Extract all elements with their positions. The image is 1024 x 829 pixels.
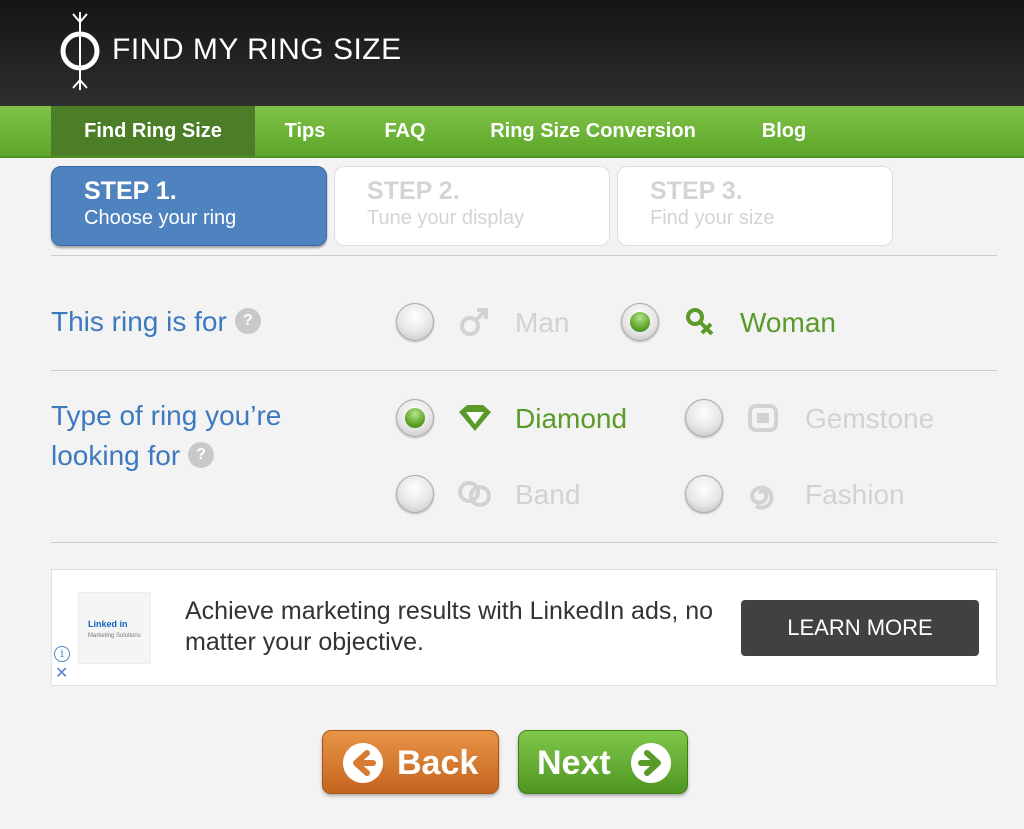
- step-2-text: Tune your display: [367, 207, 525, 229]
- logo-subtext: Marketing Solutions: [88, 633, 141, 639]
- ring-for-text: This ring is for: [51, 306, 227, 337]
- back-button[interactable]: Back: [322, 730, 499, 794]
- info-icon[interactable]: i: [54, 646, 70, 662]
- ring-type-text-line1: Type of ring you’re: [51, 400, 282, 431]
- ring-for-label: This ring is for?: [51, 302, 261, 342]
- help-icon[interactable]: ?: [188, 442, 215, 468]
- step-2-tab[interactable]: STEP 2. Tune your display: [334, 166, 610, 246]
- option-diamond-label[interactable]: Diamond: [515, 401, 627, 437]
- next-label: Next: [537, 744, 611, 782]
- radio-gemstone[interactable]: [685, 399, 723, 437]
- back-label: Back: [397, 744, 479, 782]
- ad-banner[interactable]: Linked in Marketing Solutions Achieve ma…: [51, 569, 997, 686]
- radio-woman[interactable]: [621, 303, 659, 341]
- option-fashion-label[interactable]: Fashion: [805, 477, 905, 513]
- divider: [51, 255, 997, 256]
- linkedin-logo[interactable]: Linked in Marketing Solutions: [78, 592, 151, 664]
- step-3-number: STEP 3.: [650, 177, 743, 205]
- band-icon: [458, 481, 491, 507]
- nav-item-blog[interactable]: Blog: [744, 106, 824, 156]
- fashion-icon: [750, 485, 774, 510]
- option-band-label[interactable]: Band: [515, 477, 580, 513]
- male-icon: [460, 308, 488, 336]
- main-nav: Find Ring Size Tips FAQ Ring Size Conver…: [0, 106, 1024, 158]
- nav-item-tips[interactable]: Tips: [268, 106, 342, 156]
- option-gemstone-label[interactable]: Gemstone: [805, 401, 934, 437]
- step-1-number: STEP 1.: [84, 177, 177, 205]
- diamond-icon: [459, 405, 491, 431]
- learn-more-button[interactable]: LEARN MORE: [741, 600, 979, 656]
- option-man-label[interactable]: Man: [515, 305, 569, 341]
- brand-name[interactable]: FIND MY RING SIZE: [112, 33, 402, 67]
- radio-man[interactable]: [396, 303, 434, 341]
- option-woman-label[interactable]: Woman: [740, 305, 836, 341]
- ring-type-text-line2: looking for: [51, 440, 181, 471]
- radio-fashion[interactable]: [685, 475, 723, 513]
- female-icon: [686, 308, 714, 336]
- radio-diamond[interactable]: [396, 399, 434, 437]
- next-button[interactable]: Next: [518, 730, 688, 794]
- divider: [51, 542, 997, 543]
- step-3-text: Find your size: [650, 207, 775, 229]
- step-1-tab[interactable]: STEP 1. Choose your ring: [51, 166, 327, 246]
- nav-item-ring-size-conversion[interactable]: Ring Size Conversion: [466, 106, 720, 156]
- divider: [51, 370, 997, 371]
- help-icon[interactable]: ?: [234, 308, 261, 334]
- step-1-text: Choose your ring: [84, 207, 237, 229]
- logo-text: Linked in: [88, 619, 128, 629]
- arrow-right-icon: [631, 743, 671, 783]
- step-3-tab[interactable]: STEP 3. Find your size: [617, 166, 893, 246]
- ring-logo-icon[interactable]: [54, 10, 106, 92]
- arrow-left-icon: [343, 743, 383, 783]
- radio-band[interactable]: [396, 475, 434, 513]
- nav-item-faq[interactable]: FAQ: [368, 106, 442, 156]
- ad-text[interactable]: Achieve marketing results with LinkedIn …: [185, 596, 725, 658]
- site-header: FIND MY RING SIZE: [0, 0, 1024, 106]
- gemstone-icon: [748, 404, 778, 432]
- close-icon[interactable]: ✕: [55, 666, 68, 682]
- nav-item-find-ring-size[interactable]: Find Ring Size: [51, 106, 255, 156]
- step-2-number: STEP 2.: [367, 177, 460, 205]
- ring-type-label: Type of ring you’re looking for?: [51, 396, 281, 476]
